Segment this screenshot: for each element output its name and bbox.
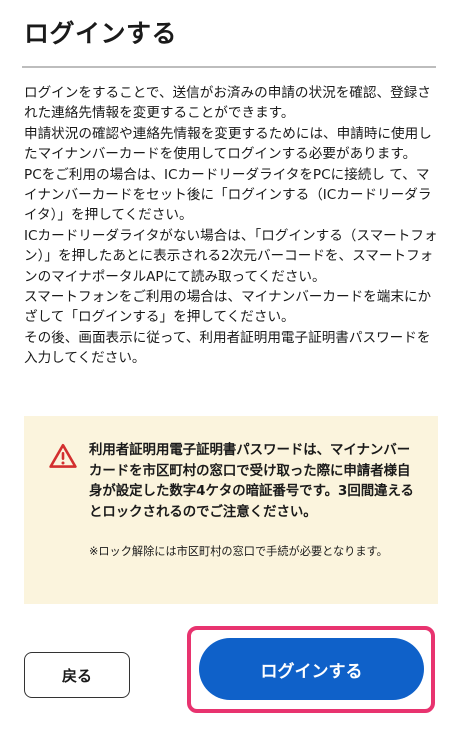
description-paragraph-6: その後、画面表示に従って、利用者証明用電子証明書パスワードを入力してください。 <box>24 329 431 367</box>
description: ログインをすることで、送信がお済みの申請の状況を確認、登録された連絡先情報を変更… <box>24 83 438 369</box>
title-divider <box>22 66 436 68</box>
description-paragraph-5: スマートフォンをご利用の場合は、マイナンバーカードを端末にかざして「ログインする… <box>24 289 432 326</box>
description-paragraph-2: 申請状況の確認や連絡先情報を変更するためには、申請時に使用したマイナンバーカード… <box>24 125 432 163</box>
back-button[interactable]: 戻る <box>24 652 130 698</box>
description-paragraph-3: PCをご利用の場合は、ICカードリーダライタをPCに接続し て、マイナンバーカー… <box>24 166 432 224</box>
notice-note-text: ※ロック解除には市区町村の窓口で手続が必要となります。 <box>89 545 388 558</box>
description-paragraph-4: ICカードリーダライタがない場合は、「ログインする（スマートフォン）」を押したあ… <box>24 227 438 285</box>
notice-main-text: 利用者証明用電子証明書パスワードは、マイナンバーカードを市区町村の窓口で受け取っ… <box>89 443 414 520</box>
login-button[interactable]: ログインする <box>199 638 424 700</box>
page-title: ログインする <box>24 19 178 48</box>
warning-triangle-icon <box>49 443 77 469</box>
password-notice-box: 利用者証明用電子証明書パスワードは、マイナンバーカードを市区町村の窓口で受け取っ… <box>24 416 438 604</box>
description-paragraph-1: ログインをすることで、送信がお済みの申請の状況を確認、登録された連絡先情報を変更… <box>24 85 431 122</box>
